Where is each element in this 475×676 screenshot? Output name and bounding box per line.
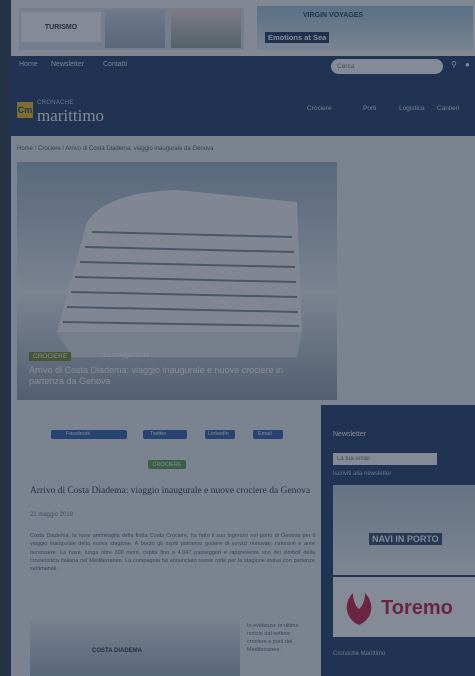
menu-item-crociere[interactable]: Crociere: [307, 105, 332, 112]
banner-ad-logo: TURISMO: [21, 12, 101, 42]
menu-item-porti[interactable]: Porti: [363, 105, 376, 112]
sidebar-ad-ship-text: NAVI IN PORTO: [369, 533, 442, 545]
banner-ad-image: [171, 10, 241, 48]
nav-link-contatti[interactable]: Contatti: [103, 61, 127, 68]
hero-date: 21 maggio 2019: [103, 352, 150, 359]
banner-ad-brand: VIRGIN VOYAGES: [303, 12, 364, 19]
article-image-caption: COSTA DIADEMA: [92, 648, 142, 654]
sidebar-footer: Cronache Marittimo: [333, 651, 386, 657]
share-facebook-label: Facebook: [66, 431, 91, 437]
hero-category-badge[interactable]: CROCIERE: [29, 352, 72, 361]
nav-link-newsletter[interactable]: Newsletter: [51, 61, 84, 68]
sidebar-ad-ship[interactable]: NAVI IN PORTO: [333, 485, 475, 575]
flower-logo-icon: [346, 593, 372, 625]
search-input[interactable]: [331, 59, 443, 74]
sidebar: Newsletter Iscriviti alla newsletter NAV…: [321, 405, 475, 676]
sidebar-ad-toremo-text: Toremo: [381, 597, 453, 619]
top-banner: TURISMO VIRGIN VOYAGES Emotions at Sea: [11, 0, 475, 56]
top-nav: Home Newsletter Contatti ⚲ ●: [11, 56, 475, 78]
site-logo[interactable]: Cm: [17, 102, 33, 118]
article-side-note: In evidenza: le ultime notizie dal setto…: [247, 623, 299, 653]
article-tag[interactable]: CROCIERE: [148, 460, 186, 469]
banner-ad-left[interactable]: TURISMO: [19, 8, 244, 50]
menu-item-logistica[interactable]: Logistica: [399, 105, 425, 112]
article-image[interactable]: COSTA DIADEMA: [30, 620, 240, 676]
article-body: Costa Diadema, la nave ammiraglia della …: [30, 533, 315, 573]
cruise-ship-illustration: [57, 190, 302, 357]
menu-item-cantieri[interactable]: Cantieri: [437, 105, 459, 112]
site-logo-name[interactable]: marittimo: [37, 106, 104, 126]
share-email-label: Email: [258, 431, 272, 437]
article-title: Arrivo di Costa Diadema: viaggio inaugur…: [30, 486, 311, 496]
page: TURISMO VIRGIN VOYAGES Emotions at Sea H…: [11, 0, 475, 676]
banner-ad-right[interactable]: VIRGIN VOYAGES Emotions at Sea: [257, 6, 473, 50]
hero-title[interactable]: Arrivo di Costa Diadema: viaggio inaugur…: [29, 365, 319, 387]
newsletter-email-input[interactable]: [333, 453, 437, 465]
article-date: 21 maggio 2019: [30, 512, 74, 518]
search-icon[interactable]: ⚲: [451, 60, 457, 69]
banner-ad-cta: Emotions at Sea: [265, 32, 330, 43]
breadcrumb[interactable]: Home / Crociere / Arrivo di Costa Diadem…: [17, 146, 213, 152]
banner-ad-image: [105, 10, 165, 48]
sidebar-subtitle: Iscriviti alla newsletter: [333, 471, 392, 477]
nav-link-home[interactable]: Home: [19, 61, 38, 68]
sidebar-ad-toremo[interactable]: Toremo: [333, 577, 475, 637]
site-header: Cm CRONACHE marittimo Crociere Porti Log…: [11, 78, 475, 136]
sidebar-title: Newsletter: [333, 431, 367, 438]
hero-image[interactable]: CROCIERE 21 maggio 2019 Arrivo di Costa …: [17, 162, 337, 400]
user-icon[interactable]: ●: [465, 60, 470, 69]
share-twitter-label: Twitter: [150, 431, 167, 437]
share-linkedin-label: LinkedIn: [208, 431, 229, 437]
